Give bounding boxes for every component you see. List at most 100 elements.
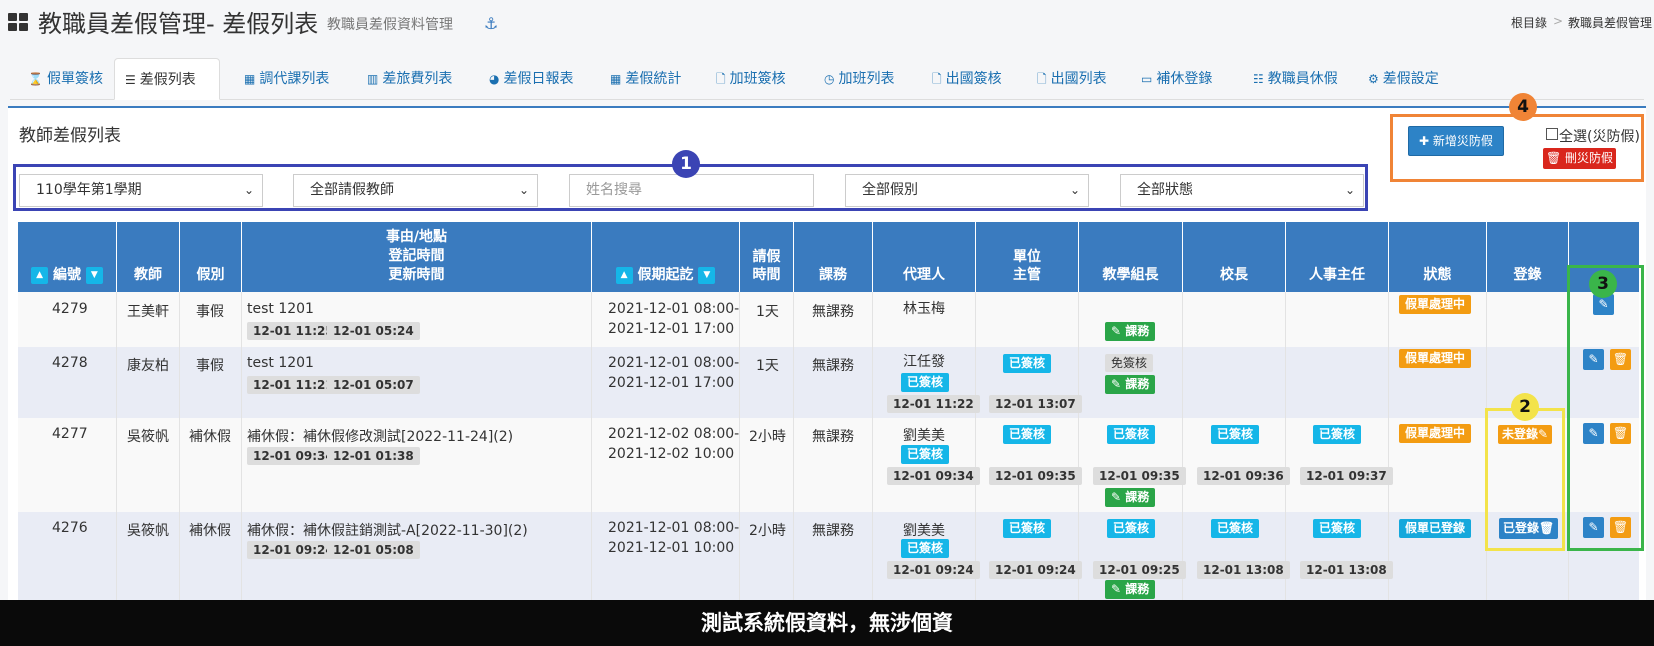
signed-badge: 已簽核 bbox=[1003, 519, 1052, 538]
status-badge: 假單已登錄 bbox=[1399, 519, 1472, 538]
row-end: 2021-12-01 17:00 bbox=[608, 375, 735, 391]
tab-leave-settings[interactable]: ⚙ 差假設定 bbox=[1358, 58, 1449, 100]
signed-badge: 已簽核 bbox=[1211, 519, 1260, 538]
annotation-badge-3: 3 bbox=[1589, 270, 1617, 298]
sort-desc-icon[interactable]: ▼ bbox=[698, 266, 716, 284]
tab-overtime-approval[interactable]: 🗋 加班簽核 bbox=[706, 58, 796, 100]
row-teacher: 康友柏 bbox=[127, 358, 169, 374]
row-agent: 江任發 bbox=[903, 354, 945, 370]
signed-badge: 已簽核 bbox=[901, 539, 950, 558]
col-unit-head: 單位 主管 bbox=[976, 222, 1079, 292]
row-end: 2021-12-01 17:00 bbox=[608, 321, 735, 337]
table-row: 4278 康友柏 事假 test 1201 12-01 11:21 12-01 … bbox=[18, 347, 1639, 418]
row-end: 2021-12-01 10:00 bbox=[608, 540, 735, 556]
breadcrumb-root[interactable]: 根目錄 bbox=[1511, 14, 1547, 31]
footer-disclaimer: 測試系統假資料，無涉個資 bbox=[0, 600, 1654, 646]
upd-time-tag: 12-01 05:07 bbox=[327, 376, 420, 394]
signed-time-tag: 12-01 09:35 bbox=[989, 467, 1082, 485]
annotation-box-row-actions bbox=[1567, 265, 1644, 551]
anchor-icon[interactable]: ⚓ bbox=[484, 14, 498, 33]
list-icon: ☰ bbox=[125, 73, 136, 87]
col-type: 假別 bbox=[180, 222, 242, 292]
signed-time-tag: 12-01 09:24 bbox=[887, 561, 980, 579]
status-badge: 假單處理中 bbox=[1399, 295, 1472, 314]
course-button[interactable]: ✎ 課務 bbox=[1105, 488, 1156, 507]
signed-time-tag: 12-01 09:24 bbox=[989, 561, 1082, 579]
row-start: 2021-12-01 08:00- bbox=[608, 355, 740, 371]
bar-chart-icon: ▥ bbox=[367, 72, 379, 86]
tab-leave-approval[interactable]: ⌛ 假單簽核 bbox=[18, 58, 113, 100]
row-agent: 劉美美 bbox=[903, 523, 945, 539]
row-course: 無課務 bbox=[812, 358, 854, 374]
course-button[interactable]: ✎ 課務 bbox=[1105, 322, 1156, 341]
annotation-box-register bbox=[1485, 408, 1565, 551]
reg-time-tag: 12-01 09:34 bbox=[247, 447, 340, 465]
row-id: 4277 bbox=[52, 426, 88, 442]
reg-time-tag: 12-01 11:25 bbox=[247, 322, 340, 340]
calculator-icon: ▦ bbox=[610, 72, 622, 86]
signed-badge: 已簽核 bbox=[901, 373, 950, 392]
tab-abroad-approval[interactable]: 🗋 出國簽核 bbox=[922, 58, 1012, 100]
clock-icon: ◷ bbox=[824, 72, 835, 86]
signed-time-tag: 12-01 13:08 bbox=[1300, 561, 1393, 579]
tab-statistics[interactable]: ▦ 差假統計 bbox=[600, 58, 691, 100]
row-reason: test 1201 bbox=[247, 355, 314, 371]
row-hours: 2小時 bbox=[749, 429, 786, 445]
row-course: 無課務 bbox=[812, 429, 854, 445]
panel-title: 教師差假列表 bbox=[19, 126, 121, 146]
row-reason: test 1201 bbox=[247, 301, 314, 317]
sort-asc-icon[interactable]: ▲ bbox=[615, 266, 633, 284]
status-badge: 假單處理中 bbox=[1399, 424, 1472, 443]
course-button[interactable]: ✎ 課務 bbox=[1105, 375, 1156, 394]
grid-logo-icon bbox=[8, 12, 30, 32]
row-teacher: 吳筱帆 bbox=[127, 523, 169, 539]
table-row: 4277 吳筱帆 補休假 補休假：補休假修改測試[2022-11-24](2) … bbox=[18, 418, 1639, 512]
signed-time-tag: 12-01 09:37 bbox=[1300, 467, 1393, 485]
sort-asc-icon[interactable]: ▲ bbox=[31, 266, 49, 284]
upd-time-tag: 12-01 01:38 bbox=[327, 447, 420, 465]
signed-badge: 已簽核 bbox=[1107, 425, 1156, 444]
reg-time-tag: 12-01 09:24 bbox=[247, 541, 340, 559]
document-icon: 🗋 bbox=[932, 72, 942, 86]
annotation-badge-1: 1 bbox=[672, 150, 700, 178]
tab-staff-vacation[interactable]: ☷ 教職員休假 bbox=[1243, 58, 1348, 100]
tab-travel-expense[interactable]: ▥ 差旅費列表 bbox=[357, 58, 462, 100]
row-type: 補休假 bbox=[189, 429, 231, 445]
col-hr: 人事主任 bbox=[1286, 222, 1389, 292]
card-icon: ▭ bbox=[1141, 72, 1153, 86]
col-agent: 代理人 bbox=[873, 222, 976, 292]
row-reason: 補休假：補休假註銷測試-A[2022-11-30](2) bbox=[247, 523, 528, 539]
table-row: 4276 吳筱帆 補休假 補休假：補休假註銷測試-A[2022-11-30](2… bbox=[18, 512, 1639, 600]
tab-overtime-list[interactable]: ◷ 加班列表 bbox=[814, 58, 904, 100]
page-title: 教職員差假管理- 差假列表 bbox=[38, 10, 319, 38]
page: 教職員差假管理- 差假列表 教職員差假資料管理 ⚓ 根目錄 > 教職員差假管理 … bbox=[0, 0, 1654, 646]
reg-time-tag: 12-01 11:21 bbox=[247, 376, 340, 394]
row-agent: 林玉梅 bbox=[903, 301, 945, 317]
col-period: ▲ 假期起訖 ▼ bbox=[592, 222, 740, 292]
edit-icon: ✎ bbox=[1111, 582, 1122, 596]
signed-badge: 已簽核 bbox=[1003, 425, 1052, 444]
row-start: 2021-12-01 08:00- bbox=[608, 520, 740, 536]
signed-time-tag: 12-01 09:25 bbox=[1093, 561, 1186, 579]
col-id: ▲ 編號 ▼ bbox=[18, 222, 117, 292]
upd-time-tag: 12-01 05:24 bbox=[327, 322, 420, 340]
tab-abroad-list[interactable]: 🗋 出國列表 bbox=[1027, 58, 1117, 100]
signed-badge: 已簽核 bbox=[1107, 519, 1156, 538]
document-icon: 🗋 bbox=[1037, 72, 1047, 86]
sliders-icon: ☷ bbox=[1253, 72, 1264, 86]
pie-chart-icon: ◕ bbox=[489, 72, 500, 86]
tab-substitute-list[interactable]: ▦ 調代課列表 bbox=[234, 58, 339, 100]
row-id: 4276 bbox=[52, 520, 88, 536]
sort-desc-icon[interactable]: ▼ bbox=[85, 266, 103, 284]
breadcrumb-separator: > bbox=[1553, 14, 1564, 28]
tab-leave-list[interactable]: ☰ 差假列表 bbox=[114, 58, 220, 100]
course-button[interactable]: ✎ 課務 bbox=[1105, 580, 1156, 599]
signed-badge: 已簽核 bbox=[1211, 425, 1260, 444]
tab-compensatory-register[interactable]: ▭ 補休登錄 bbox=[1131, 58, 1222, 100]
col-reason: 事由/地點 登記時間 更新時間 bbox=[242, 222, 592, 292]
header: 教職員差假管理- 差假列表 教職員差假資料管理 ⚓ 根目錄 > 教職員差假管理 bbox=[0, 0, 1654, 52]
signed-time-tag: 12-01 09:36 bbox=[1197, 467, 1290, 485]
breadcrumb-current: 教職員差假管理 bbox=[1568, 16, 1653, 30]
row-end: 2021-12-02 10:00 bbox=[608, 446, 735, 462]
tab-daily-report[interactable]: ◕ 差假日報表 bbox=[479, 58, 583, 100]
